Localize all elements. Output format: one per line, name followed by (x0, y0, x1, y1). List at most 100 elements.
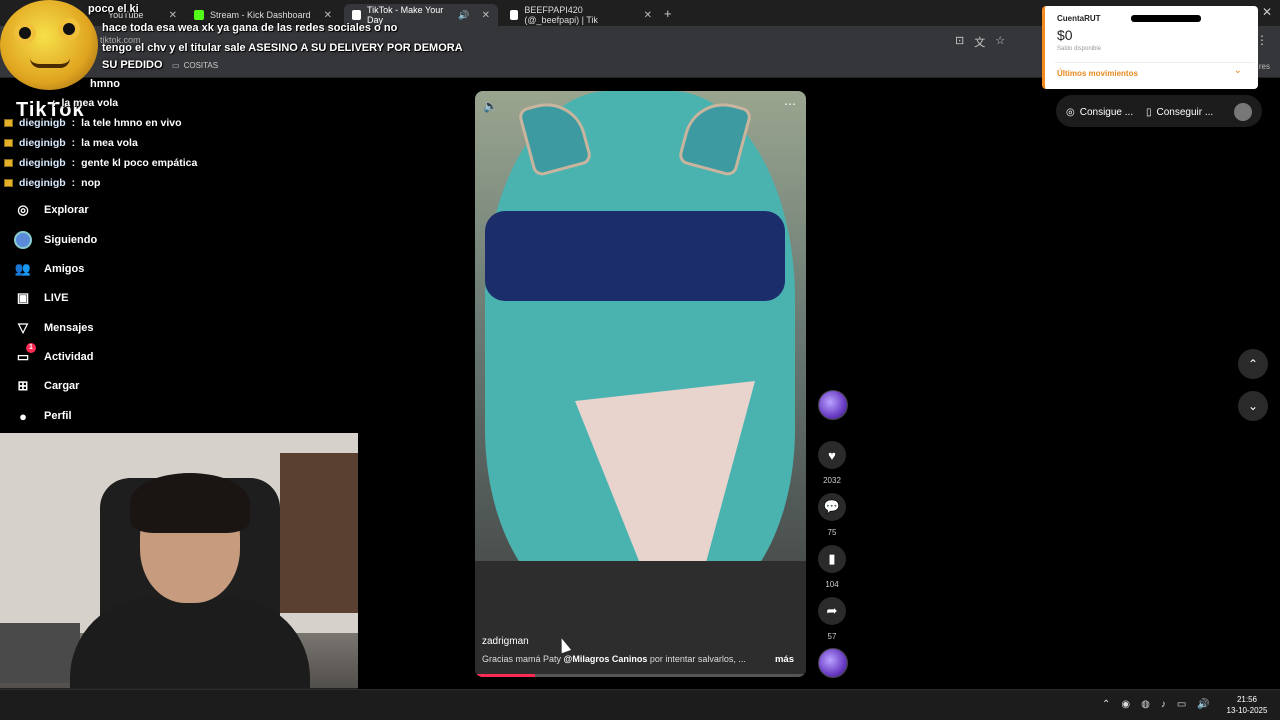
video-progress-bar[interactable] (475, 674, 806, 677)
new-tab-button[interactable]: + (664, 6, 672, 21)
chat-separator: : (71, 157, 76, 169)
compass-icon: ◎ (17, 202, 29, 217)
chevron-down-icon: ⌄ (1247, 399, 1259, 413)
sidebar-item-perfil[interactable]: ● Perfil (14, 407, 71, 425)
webcam-person-hair (130, 473, 250, 533)
video-author[interactable]: zadrigman (482, 636, 529, 647)
profile-icon: ● (19, 408, 27, 424)
bookmark-overflow[interactable]: res (1259, 62, 1270, 71)
sidebar-label: Siguiendo (44, 234, 98, 246)
folder-icon: ▭ (172, 61, 180, 70)
sidebar-item-siguiendo[interactable]: Siguiendo (14, 231, 97, 249)
sidebar-item-live[interactable]: ▣ LIVE (14, 289, 69, 307)
emoji-eye (14, 22, 36, 44)
clock-time: 21:56 (1236, 695, 1258, 704)
sidebar-item-mensajes[interactable]: ▽ Mensajes (14, 319, 94, 337)
chevron-up-icon: ⌃ (1247, 357, 1259, 371)
sidebar-item-amigos[interactable]: 👥 Amigos (14, 260, 84, 278)
chat-separator: : (52, 97, 56, 109)
video-subject-band (485, 211, 785, 301)
emoji-face-overlay (0, 0, 98, 90)
translate-icon[interactable]: 文 (974, 34, 985, 50)
video-progress-fill (475, 674, 535, 677)
chat-username: dieginigb (19, 177, 66, 189)
crown-badge-icon (4, 139, 13, 147)
chat-overlay-line: poco el ki (88, 3, 139, 15)
network-icon[interactable]: ▭ (1177, 699, 1186, 710)
address-bar-actions: ⊡ 文 ☆ (955, 34, 1005, 50)
steam-icon[interactable]: ◍ (1141, 699, 1150, 710)
bookmark-icon: ▮ (828, 551, 836, 566)
following-avatar-icon (14, 231, 32, 249)
volume-icon[interactable]: 🔈 (483, 99, 498, 113)
creator-avatar[interactable] (818, 390, 848, 420)
activity-icon: ▭ 1 (14, 343, 36, 366)
clock-date: 13-10-2025 (1226, 706, 1268, 715)
sidebar-label: Actividad (44, 351, 94, 363)
system-clock[interactable]: 21:56 13-10-2025 (1222, 694, 1272, 716)
close-tab-icon[interactable]: ✕ (169, 10, 177, 21)
phone-icon: ▯ (1146, 106, 1152, 118)
chat-username: dieginigb (19, 117, 66, 129)
speaker-icon[interactable]: 🔊 (1197, 699, 1209, 710)
comment-count: 75 (827, 528, 837, 537)
bookmark-star-icon[interactable]: ☆ (995, 34, 1005, 50)
live-icon: ▣ (16, 290, 30, 305)
webcam-overlay (0, 433, 358, 720)
chat-message: dieginigb : gente kl poco empática (4, 157, 197, 169)
share-count: 57 (827, 632, 837, 641)
more-options-icon[interactable]: ⋯ (784, 97, 796, 111)
close-window-icon[interactable]: ✕ (1262, 5, 1272, 19)
notification-badge: 1 (26, 343, 36, 353)
video-player[interactable]: 🔈 ⋯ zadrigman Gracias mamá Paty @Milagro… (475, 91, 806, 677)
user-avatar[interactable] (1234, 103, 1252, 121)
chat-separator: : (71, 117, 76, 129)
sidebar-item-explorar[interactable]: ◎ Explorar (14, 201, 88, 219)
next-video-button[interactable]: ⌄ (1238, 391, 1268, 421)
like-count: 2032 (823, 476, 841, 485)
install-app-icon[interactable]: ⊡ (955, 34, 964, 50)
tab-beefpapi[interactable]: BEEFPAPI420 (@_beefpapi) | Tik ✕ (502, 4, 660, 26)
close-tab-icon[interactable]: ✕ (644, 10, 652, 21)
messages-icon: ▽ (18, 320, 28, 335)
bookmark-folder[interactable]: ▭ COSITAS (172, 61, 218, 70)
chat-message: dieginigb : nop (4, 177, 100, 189)
bank-balance-popup: CuentaRUT $0 Saldo disponible Últimos mo… (1042, 6, 1258, 89)
like-button[interactable]: ♥ (818, 441, 846, 469)
caption-more-link[interactable]: más (775, 654, 794, 665)
sidebar-label: LIVE (44, 292, 69, 304)
sidebar-item-actividad[interactable]: ▭ 1 Actividad (14, 343, 94, 366)
save-count: 104 (825, 580, 839, 589)
close-tab-icon[interactable]: ✕ (482, 10, 490, 21)
save-button[interactable]: ▮ (818, 545, 846, 573)
share-button[interactable]: ➦ (818, 597, 846, 625)
chat-overlay-line: tengo el chv y el titular sale ASESINO A… (102, 42, 463, 54)
caption-text: por intentar salvarlos, ... (649, 654, 746, 664)
audio-playing-icon[interactable]: 🔊 (458, 10, 469, 21)
discord-icon[interactable]: ◉ (1121, 699, 1130, 710)
chat-overlay-line: hmno (90, 78, 120, 90)
comment-button[interactable]: 💬 (818, 493, 846, 521)
sidebar-label: Amigos (44, 263, 85, 275)
chat-overlay-line: hace toda esa wea xk ya gana de las rede… (102, 22, 398, 34)
sidebar-item-cargar[interactable]: ⊞ Cargar (14, 377, 80, 395)
recent-transactions-link[interactable]: Últimos movimientos (1057, 69, 1138, 78)
webcam-shelf (280, 453, 358, 613)
microphone-icon[interactable]: ♪ (1161, 699, 1166, 710)
get-app-button[interactable]: ▯ Conseguir ... (1146, 99, 1213, 125)
windows-taskbar: ⌃ ◉ ◍ ♪ ▭ 🔊 21:56 13-10-2025 (0, 689, 1280, 720)
chevron-up-icon[interactable]: ⌃ (1102, 699, 1110, 710)
divider (1055, 62, 1255, 63)
chat-text: la mea vola (61, 97, 119, 109)
get-app-label: Conseguir ... (1156, 106, 1214, 118)
comment-icon: 💬 (823, 499, 841, 514)
close-tab-icon[interactable]: ✕ (324, 10, 332, 21)
chat-text: la tele hmno en vivo (81, 117, 182, 129)
music-disc-avatar[interactable] (818, 648, 848, 678)
previous-video-button[interactable]: ⌃ (1238, 349, 1268, 379)
tiktok-icon (352, 10, 362, 20)
caption-text: Gracias mamá Paty (482, 654, 562, 664)
chevron-down-icon[interactable]: ⌄ (1234, 65, 1242, 76)
get-coins-button[interactable]: ◎ Consigue ... (1066, 99, 1133, 125)
caption-mention[interactable]: @Milagros Caninos (564, 654, 648, 664)
